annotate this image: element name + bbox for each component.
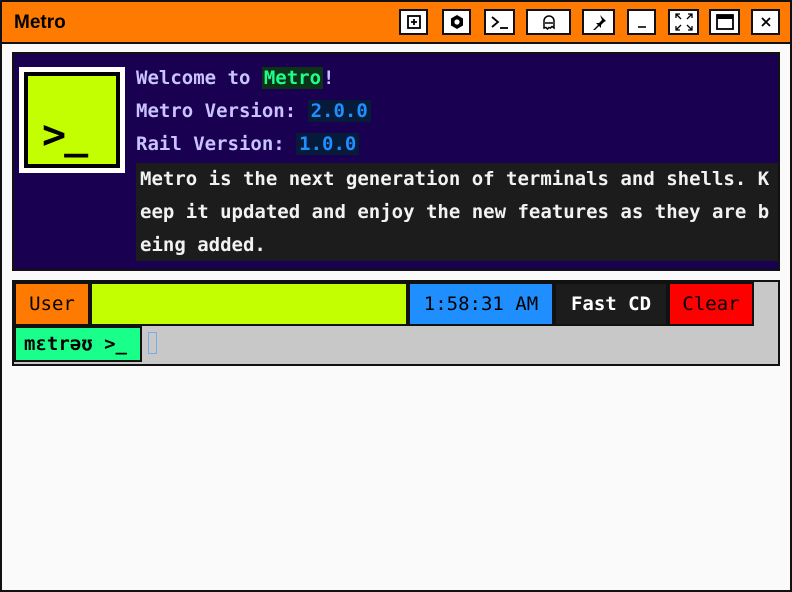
metro-version-label: Metro Version: (136, 100, 308, 122)
ghost-icon (542, 15, 555, 30)
clock-display: 1:58:31 AM (408, 282, 554, 326)
new-tab-button[interactable] (399, 9, 428, 35)
clear-button[interactable]: Clear (668, 282, 754, 326)
pin-icon (592, 15, 606, 30)
close-icon (760, 17, 771, 27)
command-input[interactable] (148, 332, 157, 354)
window-title: Metro (14, 12, 66, 33)
description-text: Metro is the next generation of terminal… (136, 163, 778, 261)
metro-version-line: Metro Version: 2.0.0 (136, 100, 371, 122)
terminal-panel[interactable]: User 1:58:31 AM Fast CD Clear mɛtrəʊ >_ (12, 280, 780, 366)
ghost-button[interactable] (526, 9, 571, 35)
fullscreen-button[interactable] (668, 9, 699, 35)
user-label: User (14, 282, 90, 326)
user-input-field[interactable] (90, 282, 408, 326)
rail-version-line: Rail Version: 1.0.0 (136, 133, 360, 155)
terminal-icon (490, 16, 508, 29)
welcome-prefix: Welcome to (136, 67, 262, 89)
pin-button[interactable] (582, 9, 615, 35)
maximize-button[interactable] (709, 9, 740, 35)
shell-prompt: mɛtrəʊ >_ (14, 326, 142, 362)
prompt-text: mɛtrəʊ >_ (24, 333, 127, 355)
minimize-icon (637, 26, 646, 28)
app-logo: >_ (19, 67, 125, 173)
metro-window: Metro >_ Welcome to Metro ! Metro Versio… (0, 0, 792, 592)
settings-icon (450, 15, 463, 29)
fast-cd-button[interactable]: Fast CD (554, 282, 668, 326)
new-tab-icon (406, 15, 421, 29)
title-bar[interactable]: Metro (2, 2, 790, 44)
metro-version-value: 2.0.0 (307, 100, 371, 122)
close-button[interactable] (751, 9, 780, 35)
terminal-button[interactable] (484, 9, 515, 35)
maximize-icon (715, 14, 734, 30)
terminal-logo-icon: >_ (24, 72, 120, 168)
rail-version-label: Rail Version: (136, 133, 297, 155)
rail-version-value: 1.0.0 (296, 133, 360, 155)
welcome-banner: >_ Welcome to Metro! Metro Version: 2.0.… (12, 52, 780, 271)
welcome-app-name: Metro (261, 67, 324, 89)
welcome-line: Welcome to Metro! (136, 67, 335, 89)
fullscreen-icon (674, 13, 693, 31)
welcome-suffix: ! (323, 67, 335, 89)
logo-prompt-text: >_ (42, 112, 88, 158)
settings-button[interactable] (442, 9, 471, 35)
minimize-button[interactable] (627, 9, 656, 35)
